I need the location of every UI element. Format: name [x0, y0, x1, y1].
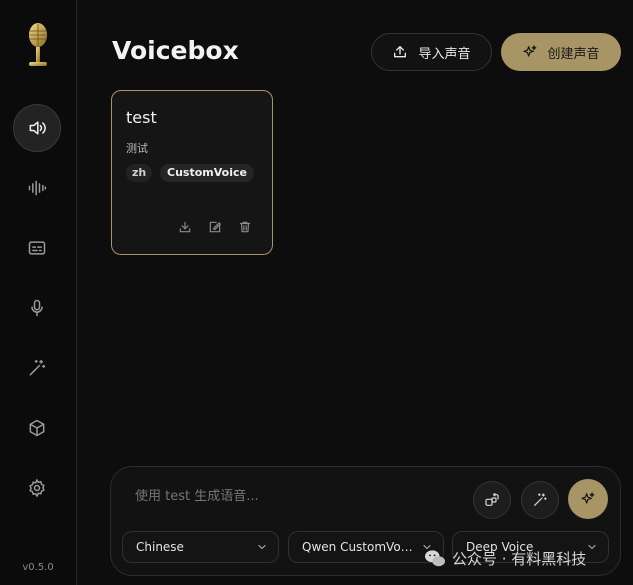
model-select-value: Qwen CustomVoic...	[302, 540, 415, 554]
language-select-value: Chinese	[136, 540, 184, 554]
trash-icon	[239, 221, 251, 233]
model-select[interactable]: Qwen CustomVoic...	[288, 531, 444, 563]
delete-button[interactable]	[238, 219, 254, 235]
watermark: 公众号 · 有料黑科技	[424, 548, 586, 569]
convert-icon	[485, 492, 499, 506]
voice-name: test	[126, 108, 157, 127]
edit-button[interactable]	[208, 219, 224, 235]
wechat-icon	[425, 549, 445, 566]
prompt-input[interactable]	[135, 489, 465, 504]
download-button[interactable]	[178, 219, 194, 235]
voice-card[interactable]: test 测试 zh CustomVoice	[111, 90, 273, 255]
language-badge: zh	[126, 164, 153, 182]
watermark-text: 公众号 · 有料黑科技	[452, 550, 587, 568]
nav-microphone[interactable]	[13, 284, 61, 332]
page-title: Voicebox	[112, 36, 239, 65]
create-voice-button[interactable]: 创建声音	[501, 33, 621, 71]
model-badge: CustomVoice	[160, 164, 254, 182]
nav-waveform[interactable]	[13, 164, 61, 212]
magic-enhance-button[interactable]	[521, 481, 559, 519]
speaker-icon	[29, 121, 46, 135]
sparkles-icon	[523, 45, 537, 57]
sparkles-icon	[581, 492, 595, 504]
waveform-icon	[28, 180, 47, 196]
captions-icon	[28, 241, 46, 255]
create-voice-label: 创建声音	[547, 46, 600, 62]
chevron-down-icon	[588, 544, 596, 550]
import-voice-label: 导入声音	[418, 46, 471, 62]
nav-settings[interactable]	[13, 464, 61, 512]
download-icon	[179, 221, 191, 233]
microphone-icon	[31, 299, 43, 317]
app-version: v0.5.0	[22, 562, 54, 573]
nav-captions[interactable]	[13, 224, 61, 272]
sidebar: v0.5.0	[0, 0, 77, 585]
voice-description: 测试	[126, 142, 148, 155]
nav-box[interactable]	[13, 404, 61, 452]
generate-button[interactable]	[568, 479, 608, 519]
language-select[interactable]: Chinese	[122, 531, 279, 563]
nav-speaker[interactable]	[13, 104, 61, 152]
upload-icon	[394, 46, 407, 58]
nav-magic[interactable]	[13, 344, 61, 392]
chevron-down-icon	[258, 544, 266, 550]
edit-icon	[209, 221, 221, 233]
box-icon	[29, 419, 45, 437]
import-voice-button[interactable]: 导入声音	[371, 33, 492, 71]
voice-convert-button[interactable]	[473, 481, 511, 519]
microphone-logo	[20, 22, 56, 72]
gear-icon	[29, 478, 45, 498]
magic-wand-icon	[534, 493, 547, 506]
magic-wand-icon	[29, 359, 46, 376]
